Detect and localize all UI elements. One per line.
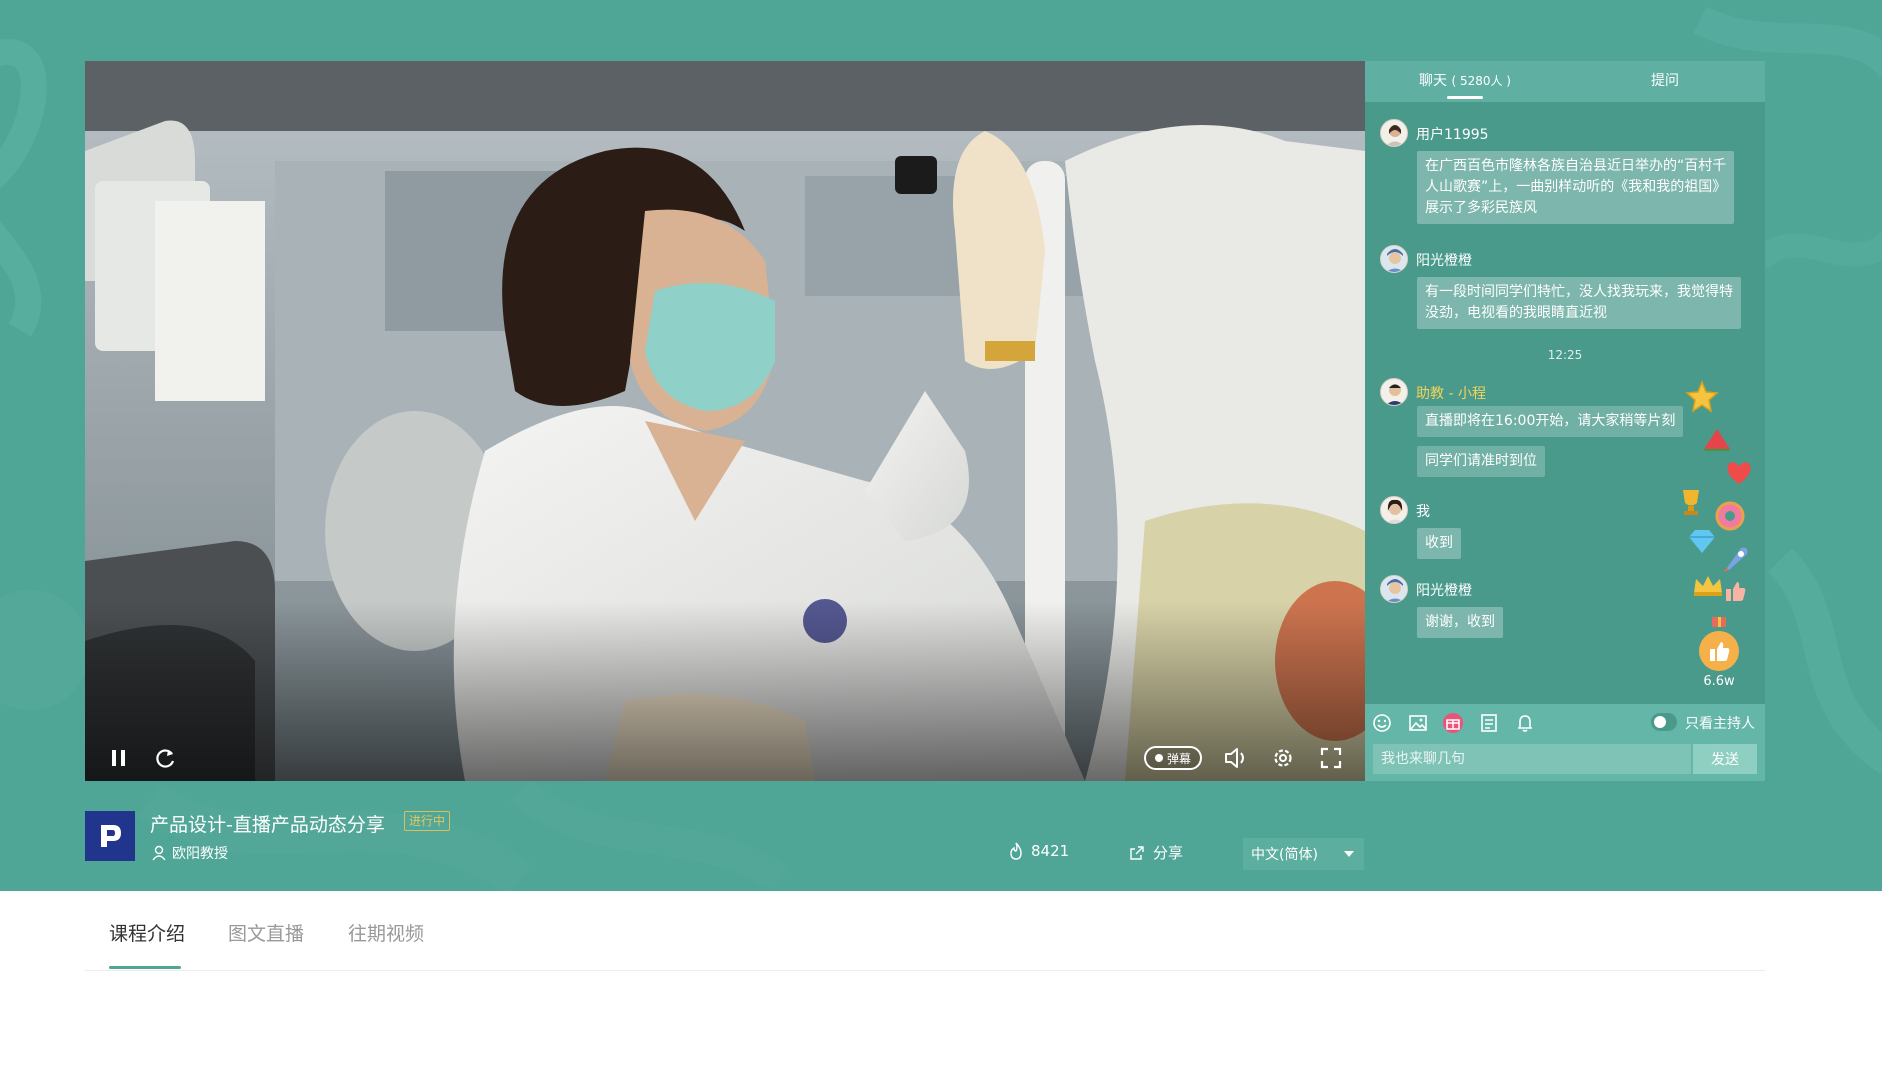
message-bubble: 谢谢，收到: [1417, 607, 1503, 638]
emoji-button[interactable]: [1371, 712, 1393, 734]
like-button[interactable]: [1699, 631, 1739, 671]
rocket-icon: [1721, 544, 1751, 579]
hero-banner: 弹幕 聊天 ( 5280人 ) 提问 用户11995 在广西百色市隆林各族自治县…: [0, 0, 1882, 891]
message-author: 我: [1416, 504, 1430, 520]
message-author: 阳光橙橙: [1416, 583, 1472, 599]
teacher-name: 欧阳教授: [172, 846, 228, 862]
replay-button[interactable]: [152, 744, 180, 772]
avatar: [1380, 378, 1408, 406]
danmu-dot: [1154, 754, 1163, 762]
tab-past-videos[interactable]: 往期视频: [348, 919, 424, 946]
replay-icon: [156, 749, 175, 768]
bell-icon: [1518, 715, 1532, 732]
like-count: 6.6w: [1703, 674, 1735, 689]
image-icon: [1409, 715, 1427, 731]
message-bubble: 在广西百色市隆林各族自治县近日举办的“百村千 人山歌赛”上，一曲别样动听的《我和…: [1417, 151, 1735, 224]
toggle-knob: [1654, 716, 1666, 728]
logo-mark: [101, 825, 121, 847]
fullscreen-button[interactable]: [1317, 744, 1345, 772]
donut-icon: [1715, 501, 1745, 536]
user-icon: [152, 845, 166, 861]
message-bubble: 直播即将在16:00开始，请大家稍等片刻: [1417, 406, 1684, 437]
star-icon: [1685, 379, 1719, 419]
chevron-down-icon: [1344, 851, 1354, 857]
watermelon-icon: [1702, 427, 1732, 456]
video-frame: [85, 61, 1365, 781]
tab-course-intro[interactable]: 课程介绍: [109, 919, 185, 946]
send-button[interactable]: 发送: [1693, 744, 1757, 774]
avatar: [1380, 119, 1408, 147]
message-author: 阳光橙橙: [1416, 253, 1472, 269]
message-bubble: 同学们请准时到位: [1417, 446, 1545, 477]
settings-button[interactable]: [1269, 744, 1297, 772]
view-count-value: 8421: [1031, 842, 1070, 860]
chat-timestamp: 12:25: [1547, 348, 1583, 362]
gift-button[interactable]: [1442, 712, 1464, 734]
status-badge: 进行中: [404, 811, 451, 831]
volume-icon: [1225, 748, 1244, 768]
volume-button[interactable]: [1222, 744, 1250, 772]
smile-icon: [1373, 714, 1391, 732]
message-line: 有一段时间同学们特忙，没人找我玩来，我觉得特: [1425, 284, 1733, 300]
message-line: 没劲，电视看的我眼睛直近视: [1425, 305, 1607, 321]
host-only-label: 只看主持人: [1685, 716, 1755, 732]
share-button[interactable]: 分享: [1129, 842, 1183, 863]
avatar: [1380, 496, 1408, 524]
chat-tabs: 聊天 ( 5280人 ) 提问: [1365, 61, 1765, 102]
heart-icon: [1725, 459, 1753, 490]
message-line: 在广西百色市隆林各族自治县近日举办的“百村千: [1425, 158, 1727, 174]
message-author-tutor: 助教 - 小程: [1416, 386, 1486, 402]
chat-online-count: ( 5280人 ): [1451, 74, 1511, 88]
trophy-icon: [1677, 487, 1705, 522]
active-tab-indicator: [109, 966, 181, 969]
fullscreen-icon: [1320, 747, 1342, 769]
chat-tab-label: 聊天: [1419, 73, 1447, 89]
chat-input-area: 只看主持人 发送: [1365, 704, 1765, 781]
gift-icon: [1443, 713, 1463, 733]
avatar: [1380, 575, 1408, 603]
crown-icon: [1692, 573, 1724, 602]
flame-icon: [1010, 842, 1022, 860]
course-title: 产品设计-直播产品动态分享: [150, 814, 385, 836]
chat-input[interactable]: [1373, 744, 1691, 774]
gear-icon: [1274, 749, 1292, 767]
message-bubble: 收到: [1417, 528, 1461, 559]
teacher-info: 欧阳教授: [152, 843, 228, 863]
diamond-icon: [1687, 528, 1717, 559]
thumbs-up-icon: [1723, 579, 1747, 608]
video-player[interactable]: 弹幕: [85, 61, 1365, 781]
pause-button[interactable]: [105, 744, 133, 772]
avatar: [1380, 245, 1408, 273]
danmu-label: 弹幕: [1166, 751, 1191, 766]
pause-icon: [112, 750, 125, 766]
tab-question[interactable]: 提问: [1565, 61, 1765, 102]
danmu-toggle[interactable]: 弹幕: [1144, 746, 1202, 770]
tab-chat[interactable]: 聊天 ( 5280人 ): [1365, 61, 1565, 102]
message-line: 人山歌赛”上，一曲别样动听的《我和我的祖国》: [1425, 179, 1727, 195]
course-tabs: 课程介绍 图文直播 往期视频: [85, 891, 1765, 971]
gift-icon: [1710, 607, 1728, 633]
language-value: 中文(简体): [1251, 847, 1318, 863]
host-only-toggle[interactable]: [1651, 713, 1677, 731]
message-line: 展示了多彩民族风: [1425, 200, 1537, 216]
image-button[interactable]: [1407, 712, 1429, 734]
chat-panel: 聊天 ( 5280人 ) 提问 用户11995 在广西百色市隆林各族自治县近日举…: [1365, 61, 1765, 781]
message-author: 用户11995: [1416, 127, 1489, 143]
message-bubble: 有一段时间同学们特忙，没人找我玩来，我觉得特 没劲，电视看的我眼睛直近视: [1417, 277, 1741, 329]
tab-text-live[interactable]: 图文直播: [228, 919, 304, 946]
thumbs-up-icon: [1710, 642, 1730, 661]
notes-button[interactable]: [1478, 712, 1500, 734]
share-icon: [1130, 845, 1144, 860]
language-select[interactable]: 中文(简体): [1243, 838, 1364, 870]
bell-button[interactable]: [1514, 712, 1536, 734]
course-logo: [85, 811, 135, 861]
question-tab-label: 提问: [1651, 73, 1679, 89]
share-label: 分享: [1153, 844, 1184, 862]
view-count: 8421: [1009, 842, 1069, 860]
note-icon: [1481, 714, 1497, 732]
